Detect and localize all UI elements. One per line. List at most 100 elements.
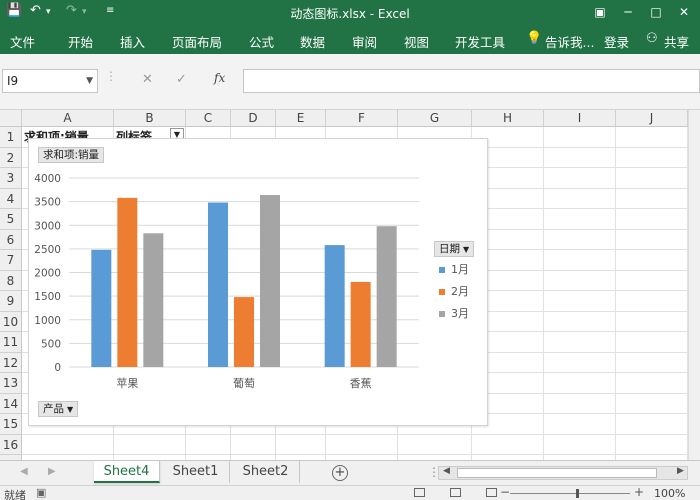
insert-function-button[interactable]: fx [214,71,225,85]
maximize-icon[interactable]: □ [642,0,670,24]
vertical-scrollbar[interactable] [688,110,700,460]
tab-home[interactable]: 开始 [68,32,93,51]
chevron-down-icon[interactable]: ▼ [86,70,93,92]
name-box[interactable]: I9 ▼ [2,69,98,93]
axis-field-button[interactable]: 产品 ▼ [38,401,79,417]
bar-3-1 [324,245,345,367]
pivot-chart[interactable]: 求和项:销量 0 500 1000 1500 2000 2500 3000 3500 4000 苹… [28,138,488,426]
column-header[interactable]: H [472,110,544,127]
bar-2-1 [208,202,228,367]
lightbulb-icon[interactable]: 💡 [526,31,542,46]
cancel-icon[interactable]: ✕ [142,72,153,87]
bar-2-3 [260,195,280,367]
select-all-corner[interactable] [0,110,22,127]
row-header[interactable]: 13 [0,373,22,394]
column-header[interactable]: J [616,110,688,127]
legend-label: 1月 [451,263,469,276]
row-header[interactable]: 5 [0,209,22,230]
legend-item: 3月 [439,305,469,321]
title-bar: 💾 ↶ ▾ ↷ ▾ ≡ 动态图标.xlsx - Excel ▣ ─ □ ✕ [0,0,700,24]
row-header[interactable]: 6 [0,229,22,250]
share-icon[interactable]: ⚇ [646,31,658,46]
y-tick-label: 4000 [34,173,61,185]
sheet-tab-sheet2[interactable]: Sheet2 [232,461,300,483]
bar-1-3 [143,233,164,367]
scroll-right-icon[interactable]: ▶ [48,466,56,477]
tab-developer[interactable]: 开发工具 [455,32,505,51]
legend-field-button[interactable]: 日期 ▼ [434,241,475,257]
legend-item: 1月 [439,261,469,277]
row-header[interactable]: 12 [0,352,22,373]
row-header[interactable]: 10 [0,311,22,332]
tell-me-box[interactable]: 告诉我... [545,32,594,51]
tab-review[interactable]: 审阅 [352,32,377,51]
scrollbar-thumb[interactable] [457,468,657,478]
ribbon-display-icon[interactable]: ▣ [586,0,614,24]
y-tick-label: 1500 [34,291,61,303]
scroll-left-icon[interactable]: ◀ [443,466,450,476]
formula-input[interactable] [243,69,700,93]
minimize-icon[interactable]: ─ [614,0,642,24]
horizontal-scrollbar[interactable]: ◀ ▶ [438,466,688,480]
gridline-vertical [543,127,544,460]
excel-window: 💾 ↶ ▾ ↷ ▾ ≡ 动态图标.xlsx - Excel ▣ ─ □ ✕ 文件… [0,0,700,500]
row-header[interactable]: 7 [0,250,22,271]
share-button[interactable]: 共享 [664,32,689,51]
row-header[interactable]: 1 [0,127,22,148]
chevron-down-icon: ▼ [463,245,470,254]
column-header[interactable]: F [326,110,398,127]
legend-swatch [439,267,445,273]
tab-page-layout[interactable]: 页面布局 [172,32,222,51]
column-header[interactable]: E [276,110,326,127]
row-header[interactable]: 2 [0,147,22,168]
row-header[interactable]: 4 [0,188,22,209]
row-header[interactable]: 11 [0,332,22,353]
column-header[interactable]: G [398,110,472,127]
column-header[interactable]: I [544,110,616,127]
column-header[interactable]: D [231,110,276,127]
zoom-in-icon[interactable]: + [634,485,644,499]
tab-view[interactable]: 视图 [404,32,429,51]
zoom-out-icon[interactable]: − [500,485,510,499]
page-break-view-icon[interactable] [486,488,497,497]
legend-item: 2月 [439,283,469,299]
row-header[interactable]: 16 [0,434,22,455]
zoom-level[interactable]: 100% [654,487,685,500]
macro-record-icon[interactable]: ▣ [36,486,46,499]
tab-file[interactable]: 文件 [10,32,35,51]
y-tick-label: 3500 [34,197,61,209]
sheet-tab-sheet4[interactable]: Sheet4 [94,461,160,483]
column-header[interactable]: C [186,110,231,127]
column-header[interactable]: A [22,110,114,127]
enter-icon[interactable]: ✓ [176,72,187,87]
sheet-tabs-bar: ◀ ▶ Sheet4 Sheet1 Sheet2 + ⋮ ◀ ▶ [0,460,700,485]
scroll-left-icon[interactable]: ◀ [20,466,28,477]
row-header[interactable]: 3 [0,168,22,189]
tab-formulas[interactable]: 公式 [249,32,274,51]
ribbon-tabs: 文件 开始 插入 页面布局 公式 数据 审阅 视图 开发工具 💡 告诉我... … [0,24,700,54]
row-header[interactable]: 15 [0,414,22,435]
bar-3-3 [376,226,397,367]
normal-view-icon[interactable] [414,488,425,497]
y-tick-label: 3000 [34,220,61,232]
add-sheet-icon[interactable]: + [332,465,348,481]
name-box-value: I9 [7,74,19,88]
tab-insert[interactable]: 插入 [120,32,145,51]
row-header[interactable]: 9 [0,291,22,312]
gridline-vertical [615,127,616,460]
column-header[interactable]: B [114,110,186,127]
tab-data[interactable]: 数据 [300,32,325,51]
zoom-slider-knob[interactable] [576,489,579,498]
bar-1-1 [91,249,112,367]
scroll-right-icon[interactable]: ▶ [677,466,684,476]
gridline-horizontal [22,433,688,435]
close-icon[interactable]: ✕ [670,0,698,24]
login-link[interactable]: 登录 [604,32,629,51]
page-layout-view-icon[interactable] [450,488,461,497]
row-header[interactable]: 8 [0,270,22,291]
resize-handle-icon[interactable]: ⋮ [105,69,117,83]
status-text: 就绪 [4,489,26,500]
sheet-tab-sheet1[interactable]: Sheet1 [162,461,230,483]
zoom-slider[interactable] [510,489,630,498]
row-header[interactable]: 14 [0,393,22,414]
